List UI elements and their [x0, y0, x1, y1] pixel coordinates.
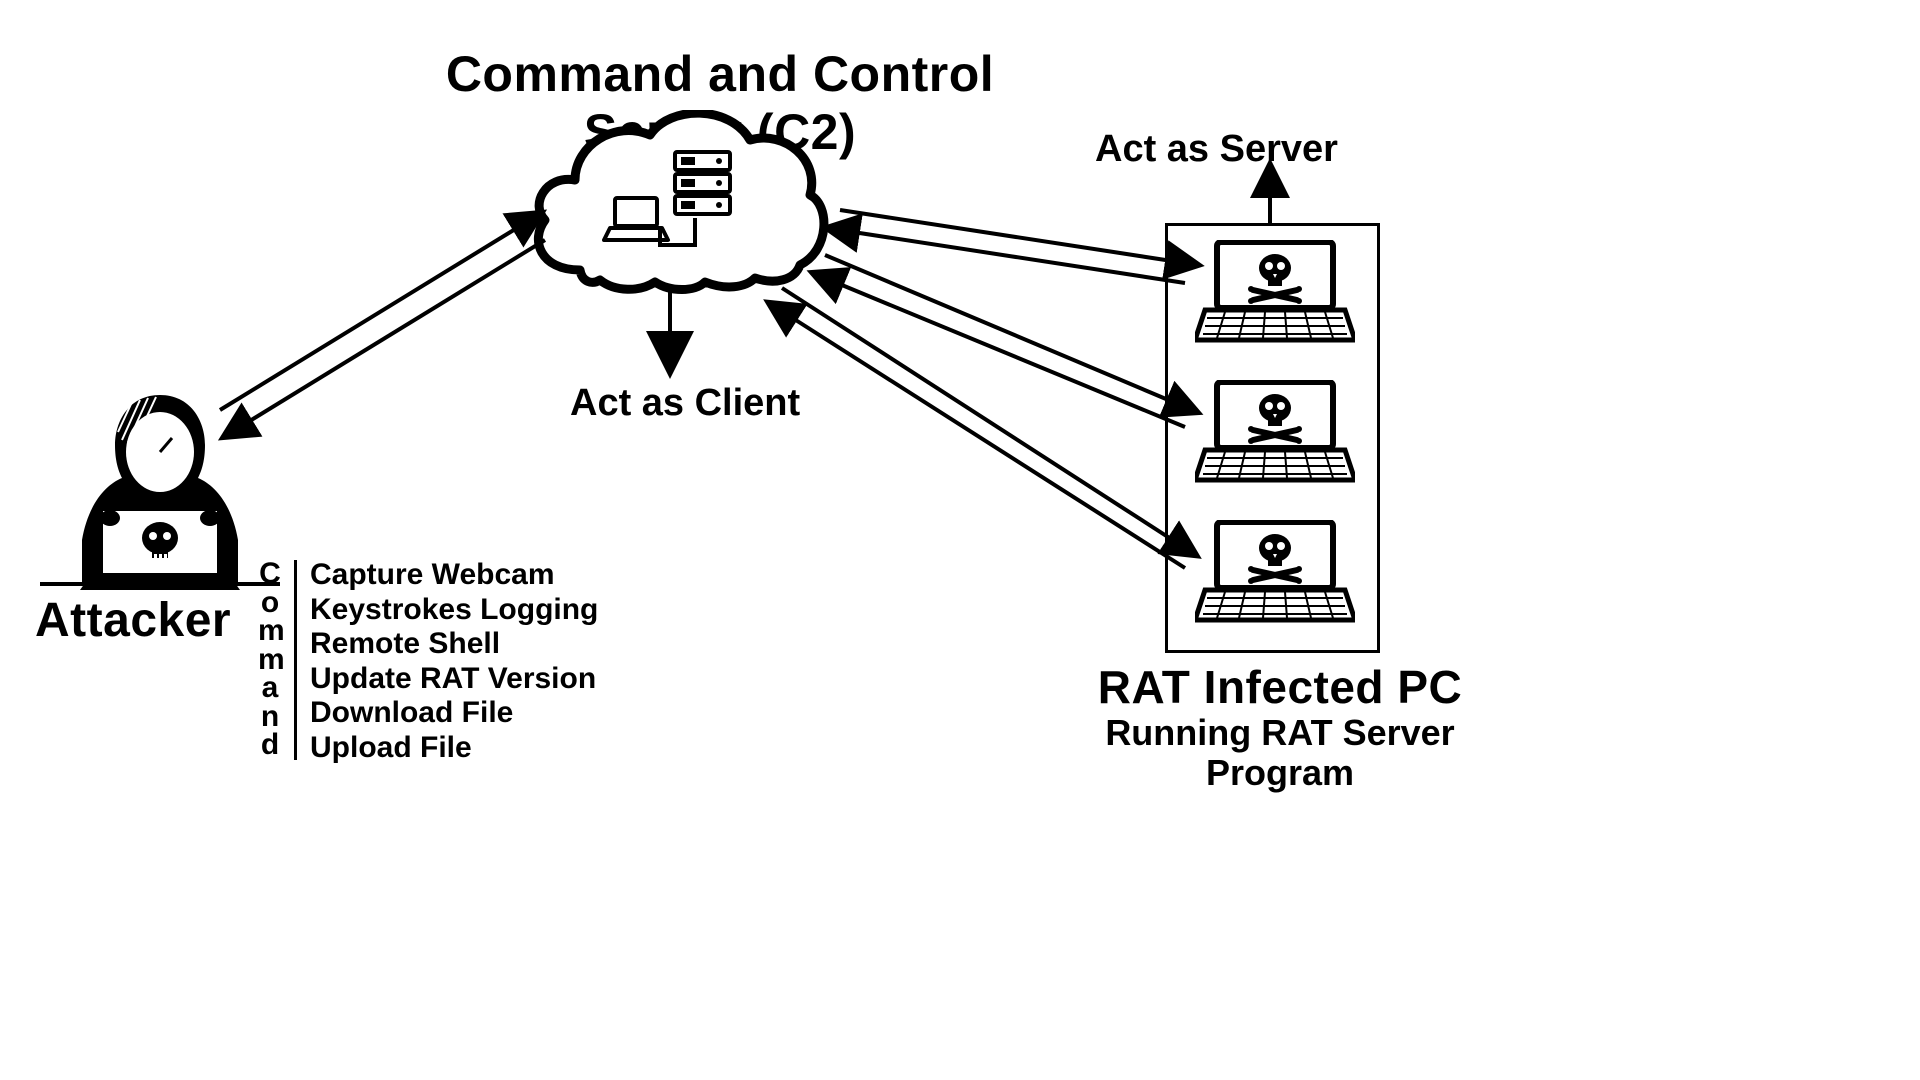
- running-rat-label-1: Running RAT Server: [1090, 712, 1470, 754]
- running-rat-label-2: Program: [1090, 752, 1470, 794]
- command-item: Keystrokes Logging: [310, 593, 598, 628]
- arrow-cloud-pc3: [770, 280, 1200, 590]
- act-as-server-label: Act as Server: [1095, 128, 1338, 171]
- infected-laptop-icon: [1195, 240, 1355, 350]
- command-item: Upload File: [310, 731, 598, 766]
- command-item: Download File: [310, 696, 598, 731]
- command-list: Capture Webcam Keystrokes Logging Remote…: [310, 558, 598, 765]
- attacker-label: Attacker: [35, 593, 231, 648]
- command-item: Capture Webcam: [310, 558, 598, 593]
- act-as-client-label: Act as Client: [570, 382, 800, 425]
- command-item: Remote Shell: [310, 627, 598, 662]
- cloud-server-icon: [520, 110, 840, 310]
- command-item: Update RAT Version: [310, 662, 598, 697]
- infected-laptop-icon: [1195, 520, 1355, 630]
- command-divider: [294, 560, 297, 760]
- command-vertical-label: Command: [258, 560, 282, 760]
- rat-infected-label: RAT Infected PC: [1080, 660, 1480, 714]
- infected-laptop-icon: [1195, 380, 1355, 490]
- arrow-server-up: [1260, 170, 1280, 230]
- arrow-cloud-pc1: [820, 195, 1200, 305]
- arrow-cloud-pc2: [810, 245, 1200, 445]
- attacker-icon: [60, 390, 260, 590]
